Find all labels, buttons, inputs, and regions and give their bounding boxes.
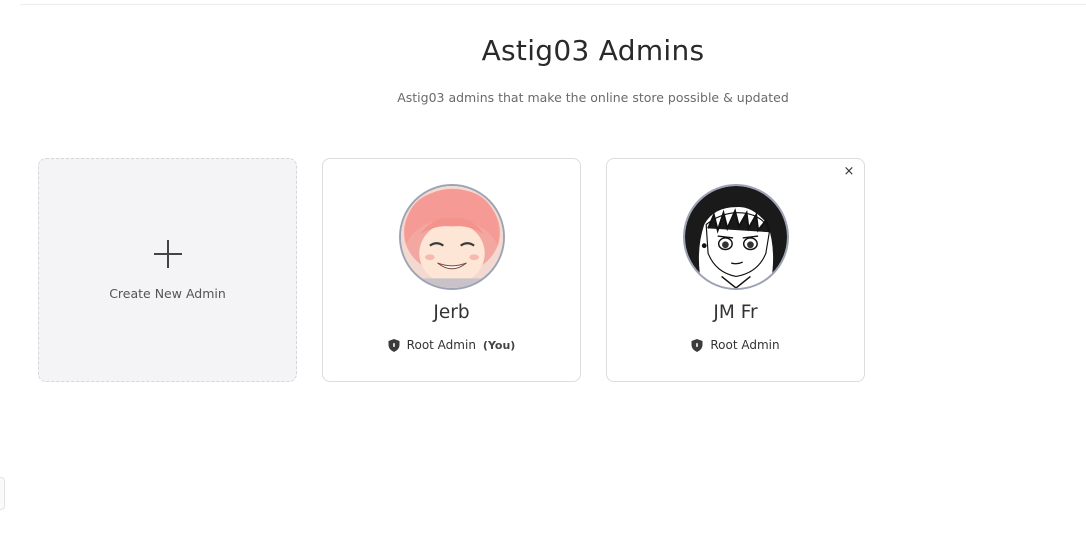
admin-name: JM Fr	[713, 302, 758, 323]
avatar	[683, 184, 789, 290]
role-row: Root Admin (You)	[323, 338, 580, 352]
role-label: Root Admin	[710, 338, 780, 352]
admin-card: × JM Fr Root Admin	[606, 158, 865, 382]
plus-icon	[154, 240, 182, 268]
admin-card: Jerb Root Admin (You)	[322, 158, 581, 382]
manga-girl-avatar	[685, 186, 787, 288]
page-title: Astig03 Admins	[481, 34, 705, 67]
top-divider	[20, 4, 1086, 5]
side-panel-tab[interactable]	[0, 477, 5, 510]
shield-icon	[691, 338, 703, 352]
admin-name: Jerb	[433, 302, 470, 323]
role-label: Root Admin	[406, 338, 476, 352]
avatar	[399, 184, 505, 290]
pink-haired-anime-girl-avatar	[401, 186, 503, 288]
role-row: Root Admin	[607, 338, 864, 352]
remove-admin-button[interactable]: ×	[842, 165, 856, 179]
create-new-admin-card[interactable]: Create New Admin	[38, 158, 297, 382]
create-new-admin-label: Create New Admin	[109, 286, 226, 301]
you-tag: (You)	[482, 338, 516, 352]
shield-icon	[388, 338, 400, 352]
page-subtitle: Astig03 admins that make the online stor…	[397, 90, 789, 105]
